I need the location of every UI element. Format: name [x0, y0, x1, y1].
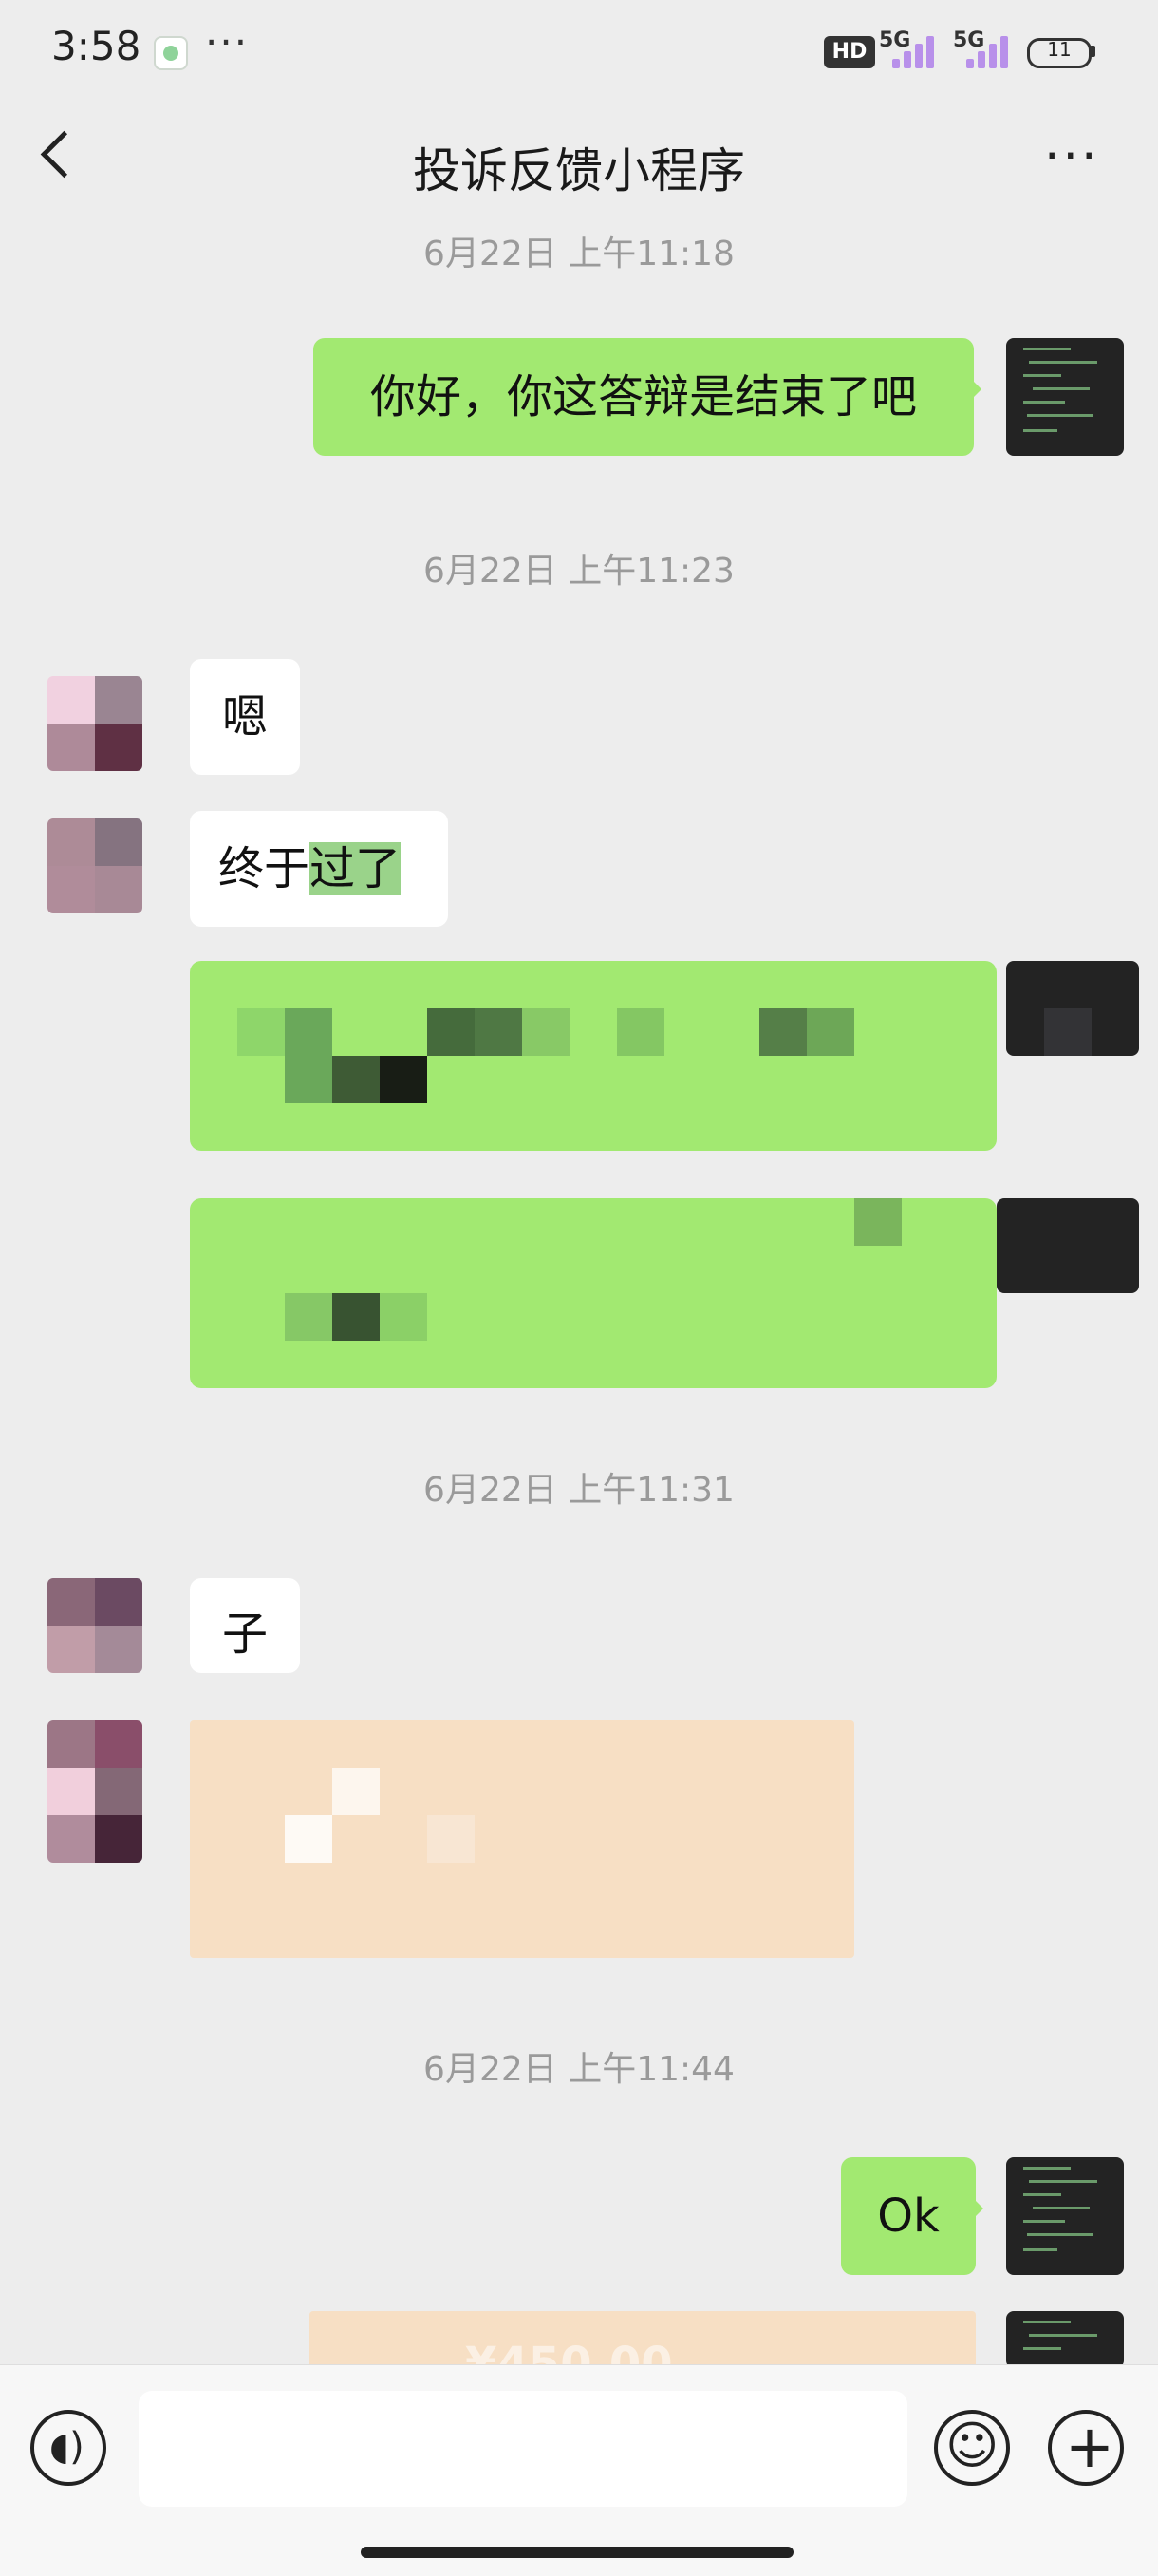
page-title: 投诉反馈小程序 [413, 143, 745, 198]
outgoing-message-bubble[interactable]: Ok [841, 2157, 983, 2275]
message-input[interactable] [139, 2391, 907, 2507]
signal-icon [966, 32, 1023, 68]
message-text: 终于 [218, 842, 310, 895]
message-text: 嗯 [221, 690, 268, 743]
status-time: 3:58 [51, 23, 141, 69]
outgoing-message-bubble[interactable]: 你好，你这答辩是结束了吧 [313, 338, 981, 456]
home-indicator[interactable] [361, 2547, 794, 2558]
contact-avatar[interactable] [47, 1578, 142, 1673]
incoming-message-bubble[interactable]: 嗯 [190, 659, 300, 775]
hd-icon: HD [824, 36, 875, 68]
my-avatar[interactable] [1006, 961, 1139, 1056]
incoming-message-bubble[interactable]: 子 [190, 1578, 300, 1673]
timestamp: 6月22日 上午11:44 [423, 2050, 735, 2089]
contact-avatar[interactable] [47, 676, 142, 771]
battery-tip [1090, 46, 1095, 57]
highlighted-text: 过了 [309, 842, 402, 895]
my-avatar[interactable] [1006, 2157, 1124, 2275]
contact-avatar[interactable] [47, 818, 142, 913]
incoming-transfer-card-redacted[interactable] [190, 1720, 854, 1958]
incoming-message-bubble[interactable]: 终于过了 [190, 811, 448, 927]
status-ellipsis: ··· [205, 19, 250, 66]
message-text: Ok [877, 2190, 940, 2243]
timestamp: 6月22日 上午11:23 [423, 552, 735, 591]
more-icon[interactable]: ··· [1044, 132, 1100, 181]
my-avatar[interactable] [1006, 338, 1124, 456]
outgoing-message-bubble-redacted[interactable] [190, 1198, 997, 1388]
plus-icon[interactable]: + [1048, 2410, 1124, 2486]
my-avatar[interactable] [997, 1198, 1139, 1293]
timestamp: 6月22日 上午11:18 [423, 235, 735, 273]
battery-level: 11 [1047, 38, 1072, 61]
message-text: 子 [221, 1608, 268, 1661]
battery-icon: 11 [1027, 38, 1092, 68]
emoji-icon[interactable]: ☺ [934, 2410, 1010, 2486]
outgoing-message-bubble-redacted[interactable] [190, 961, 997, 1151]
timestamp: 6月22日 上午11:31 [423, 1471, 735, 1510]
status-bar: 3:58 ··· HD 5G 5G 11 [0, 0, 1158, 95]
my-avatar[interactable] [1006, 2311, 1124, 2368]
app-notification-icon [154, 36, 188, 70]
voice-icon[interactable]: ◖) [30, 2410, 106, 2486]
contact-avatar[interactable] [47, 1720, 142, 1863]
message-text: 你好，你这答辩是结束了吧 [369, 370, 917, 423]
signal-icon [892, 32, 949, 68]
